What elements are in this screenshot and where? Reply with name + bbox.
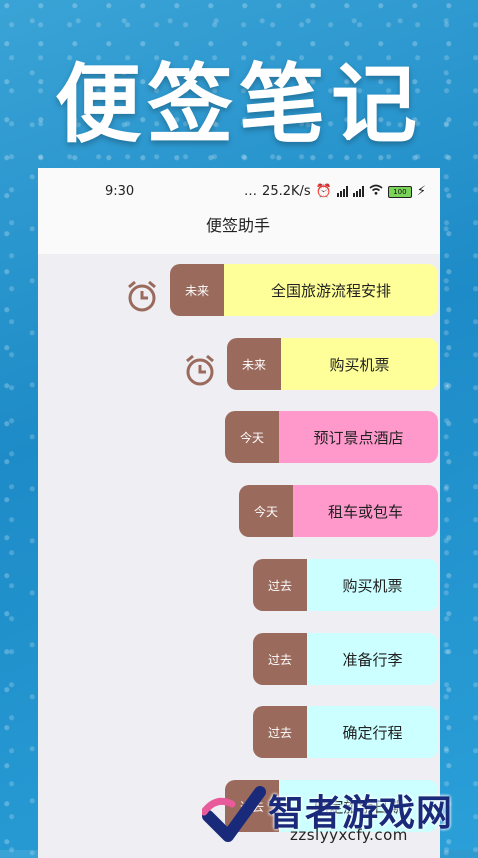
network-speed: 25.2K/s (262, 184, 311, 199)
note-text: 全国旅游流程安排 (224, 264, 438, 316)
signal-icon (336, 186, 348, 197)
status-icons: … 25.2K/s ⏰ 100 ⚡ (244, 184, 426, 199)
note-text: 预订景点酒店 (279, 411, 438, 463)
note-text: 确定行程 (307, 706, 438, 758)
note-item[interactable]: 未来 全国旅游流程安排 (170, 264, 438, 316)
alarm-clock-icon[interactable] (184, 353, 216, 387)
note-text: 准备行李 (307, 633, 438, 685)
watermark: 智者游戏网 zzslyyxcfy.com (200, 778, 478, 850)
note-item[interactable]: 今天 预订景点酒店 (225, 411, 438, 463)
note-item[interactable]: 今天 租车或包车 (239, 485, 438, 537)
note-text: 购买机票 (307, 559, 438, 611)
status-bar: 9:30 … 25.2K/s ⏰ 100 ⚡ (38, 168, 440, 214)
note-tag: 过去 (253, 706, 307, 758)
phone-screen: 9:30 … 25.2K/s ⏰ 100 ⚡ 便签助手 未来 全国旅游流程安排 … (38, 168, 440, 858)
note-tag: 今天 (225, 411, 279, 463)
watermark-url: zzslyyxcfy.com (290, 826, 408, 844)
note-item[interactable]: 过去 确定行程 (253, 706, 438, 758)
status-time: 9:30 (105, 184, 135, 199)
note-tag: 今天 (239, 485, 293, 537)
note-text: 购买机票 (281, 338, 438, 390)
wifi-icon (369, 184, 383, 199)
alarm-clock-icon[interactable] (126, 279, 158, 313)
note-item[interactable]: 过去 购买机票 (253, 559, 438, 611)
charging-icon: ⚡ (416, 184, 426, 199)
battery-icon: 100 (387, 185, 412, 198)
alarm-status-icon: ⏰ (315, 184, 332, 199)
note-text: 租车或包车 (293, 485, 438, 537)
note-tag: 过去 (253, 559, 307, 611)
note-tag: 过去 (253, 633, 307, 685)
app-title: 便签助手 (38, 214, 440, 254)
watermark-logo-icon (202, 786, 266, 842)
hero-title: 便签笔记 (55, 55, 423, 155)
note-item[interactable]: 未来 购买机票 (227, 338, 438, 390)
note-tag: 未来 (227, 338, 281, 390)
note-item[interactable]: 过去 准备行李 (253, 633, 438, 685)
signal-icon-2 (352, 186, 364, 197)
dots-icon: … (244, 184, 258, 199)
note-tag: 未来 (170, 264, 224, 316)
